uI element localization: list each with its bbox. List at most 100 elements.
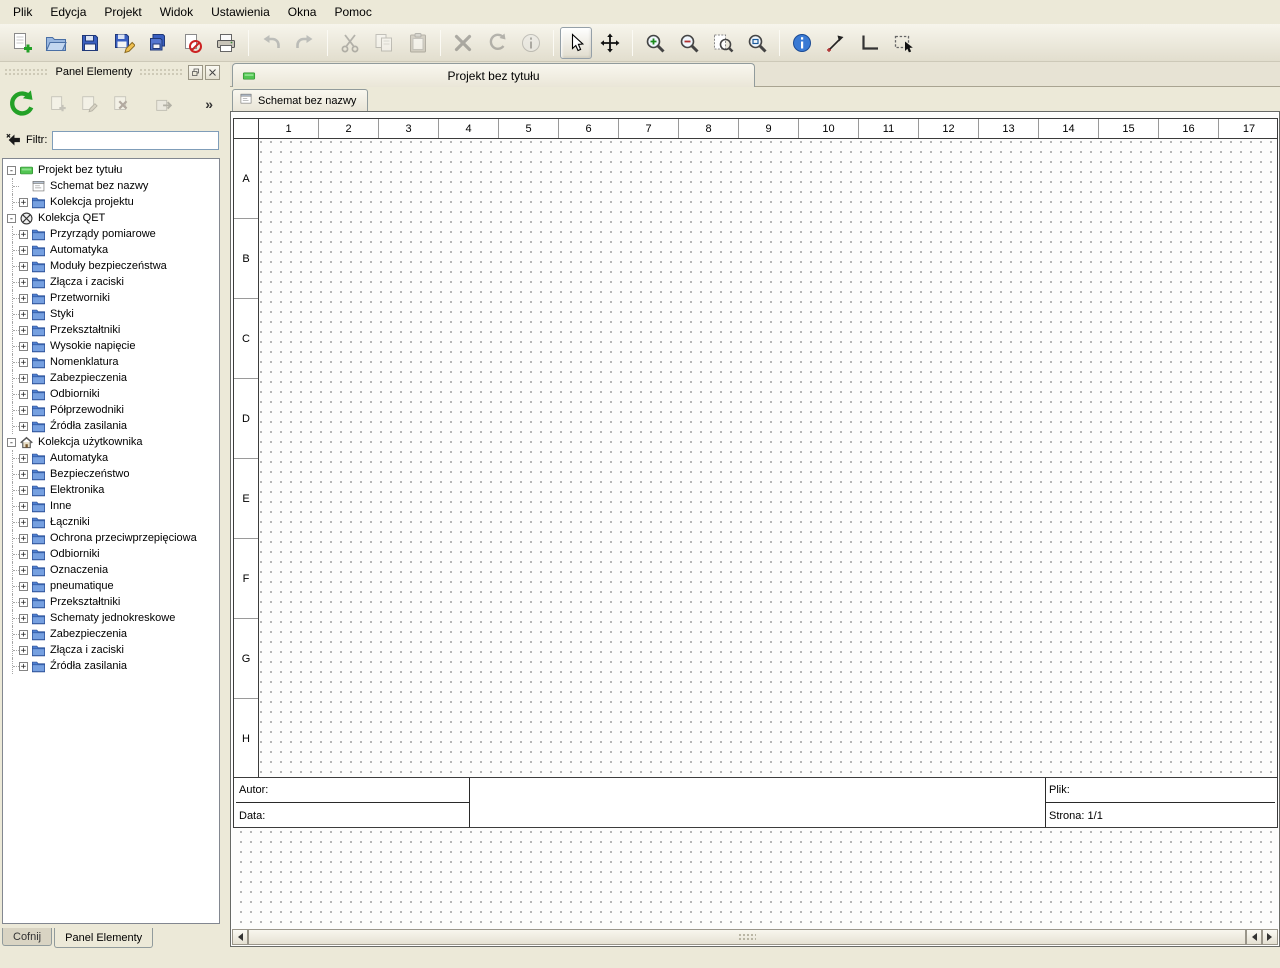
zoom-fit-button[interactable]: [707, 27, 739, 59]
diagram-scene[interactable]: 1234567891011121314151617 ABCDEFGH Autor…: [232, 113, 1278, 931]
tree-expander[interactable]: +: [19, 662, 28, 671]
tree-expander[interactable]: +: [19, 278, 28, 287]
tree-item[interactable]: -Kolekcja QET: [3, 210, 219, 226]
print-button[interactable]: [210, 27, 242, 59]
tree-expander[interactable]: +: [19, 422, 28, 431]
tree-item[interactable]: +Odbiorniki: [3, 546, 219, 562]
new-project-button[interactable]: [6, 27, 38, 59]
tree-item[interactable]: +Zabezpieczenia: [3, 370, 219, 386]
tree-expander[interactable]: +: [19, 534, 28, 543]
tree-expander[interactable]: +: [19, 598, 28, 607]
scroll-left-secondary-button[interactable]: [1246, 929, 1262, 945]
tree-expander[interactable]: +: [19, 646, 28, 655]
panel-header[interactable]: Panel Elementy: [0, 63, 224, 81]
tree-expander[interactable]: +: [19, 342, 28, 351]
tree-item[interactable]: +Źródła zasilania: [3, 658, 219, 674]
tree-expander[interactable]: -: [7, 438, 16, 447]
tree-item[interactable]: +Przyrządy pomiarowe: [3, 226, 219, 242]
tree-item[interactable]: +Ochrona przeciwprzepięciowa: [3, 530, 219, 546]
tree-item[interactable]: +Źródła zasilania: [3, 418, 219, 434]
tree-expander[interactable]: +: [19, 470, 28, 479]
tree-item[interactable]: +Nomenklatura: [3, 354, 219, 370]
tree-expander[interactable]: +: [19, 582, 28, 591]
tree-expander[interactable]: +: [19, 550, 28, 559]
title-block[interactable]: Autor: Data: Plik: Strona: 1/1: [234, 777, 1277, 827]
tree-item[interactable]: +Wysokie napięcie: [3, 338, 219, 354]
menu-widok[interactable]: Widok: [151, 1, 202, 23]
pan-mode-button[interactable]: [594, 27, 626, 59]
save-button[interactable]: [74, 27, 106, 59]
tree-item[interactable]: +Automatyka: [3, 242, 219, 258]
tree-item[interactable]: Schemat bez nazwy: [3, 178, 219, 194]
save-as-button[interactable]: [108, 27, 140, 59]
menu-okna[interactable]: Okna: [279, 1, 326, 23]
tree-expander[interactable]: +: [19, 630, 28, 639]
add-conductor-button[interactable]: [820, 27, 852, 59]
tree-item[interactable]: +Automatyka: [3, 450, 219, 466]
tree-expander[interactable]: +: [19, 486, 28, 495]
tree-expander[interactable]: +: [19, 390, 28, 399]
tree-item[interactable]: +Półprzewodniki: [3, 402, 219, 418]
scroll-left-button[interactable]: [232, 929, 248, 945]
panel-tab-panel-elementy[interactable]: Panel Elementy: [54, 928, 153, 948]
filter-input[interactable]: [52, 131, 219, 150]
zoom-reset-button[interactable]: [741, 27, 773, 59]
tree-item[interactable]: +Odbiorniki: [3, 386, 219, 402]
zoom-in-button[interactable]: [639, 27, 671, 59]
menu-projekt[interactable]: Projekt: [95, 1, 150, 23]
float-panel-button[interactable]: [188, 65, 203, 80]
project-tab[interactable]: Projekt bez tytułu: [232, 63, 755, 87]
tree-expander[interactable]: +: [19, 566, 28, 575]
tree-expander[interactable]: +: [19, 246, 28, 255]
scrollbar-thumb[interactable]: [248, 929, 1246, 945]
menu-edycja[interactable]: Edycja: [41, 1, 95, 23]
tree-expander[interactable]: +: [19, 230, 28, 239]
tree-item[interactable]: +Łączniki: [3, 514, 219, 530]
tree-item[interactable]: +Schematy jednokreskowe: [3, 610, 219, 626]
tree-item[interactable]: +Elektronika: [3, 482, 219, 498]
tree-item[interactable]: -Projekt bez tytułu: [3, 162, 219, 178]
panel-toolbar-overflow-button[interactable]: »: [202, 94, 216, 114]
tree-expander[interactable]: +: [19, 374, 28, 383]
selection-mode-button[interactable]: [560, 27, 592, 59]
tree-expander[interactable]: +: [19, 454, 28, 463]
menu-ustawienia[interactable]: Ustawienia: [202, 1, 279, 23]
visualisation-mode-button[interactable]: [888, 27, 920, 59]
horizontal-scrollbar[interactable]: [232, 929, 1278, 945]
tree-item[interactable]: +Bezpieczeństwo: [3, 466, 219, 482]
tree-item[interactable]: +Oznaczenia: [3, 562, 219, 578]
close-panel-button[interactable]: [205, 65, 220, 80]
tree-expander[interactable]: +: [19, 502, 28, 511]
zoom-out-button[interactable]: [673, 27, 705, 59]
tree-item[interactable]: -Kolekcja użytkownika: [3, 434, 219, 450]
panel-tab-cofnij[interactable]: Cofnij: [2, 928, 52, 946]
save-all-button[interactable]: [142, 27, 174, 59]
tree-item[interactable]: +Zabezpieczenia: [3, 626, 219, 642]
menu-pomoc[interactable]: Pomoc: [325, 1, 380, 23]
tree-item[interactable]: +Przekształtniki: [3, 594, 219, 610]
tree-expander[interactable]: +: [19, 614, 28, 623]
tree-expander[interactable]: -: [7, 166, 16, 175]
tree-item[interactable]: +Styki: [3, 306, 219, 322]
close-file-button[interactable]: [176, 27, 208, 59]
tree-expander[interactable]: +: [19, 326, 28, 335]
scroll-right-button[interactable]: [1262, 929, 1278, 945]
tree-expander[interactable]: +: [19, 294, 28, 303]
tree-item[interactable]: +Moduły bezpieczeństwa: [3, 258, 219, 274]
tree-item[interactable]: +Przetworniki: [3, 290, 219, 306]
tree-item[interactable]: +Przekształtniki: [3, 322, 219, 338]
tree-expander[interactable]: +: [19, 262, 28, 271]
conductor-corner-button[interactable]: [854, 27, 886, 59]
menu-plik[interactable]: Plik: [4, 1, 41, 23]
clear-filter-icon[interactable]: [5, 132, 21, 148]
tree-expander[interactable]: -: [7, 214, 16, 223]
reload-collections-button[interactable]: [4, 86, 40, 122]
tree-expander[interactable]: +: [19, 518, 28, 527]
diagram-properties-button[interactable]: [786, 27, 818, 59]
tree-item[interactable]: +Złącza i zaciski: [3, 274, 219, 290]
schema-tab[interactable]: Schemat bez nazwy: [232, 89, 368, 111]
tree-expander[interactable]: +: [19, 198, 28, 207]
tree-item[interactable]: +Kolekcja projektu: [3, 194, 219, 210]
tree-expander[interactable]: +: [19, 406, 28, 415]
tree-expander[interactable]: +: [19, 310, 28, 319]
